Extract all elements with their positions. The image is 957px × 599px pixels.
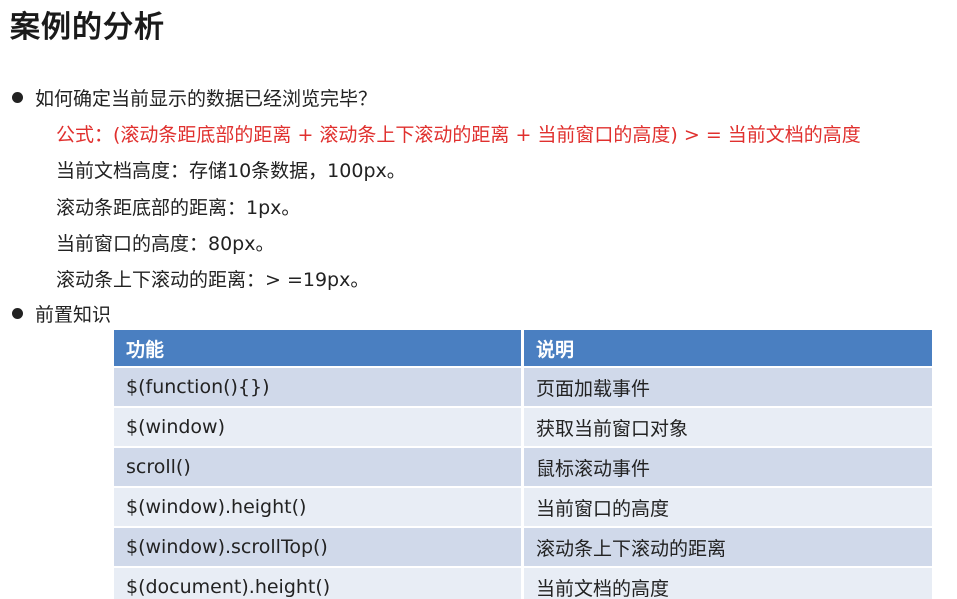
bullet-text: 如何确定当前显示的数据已经浏览完毕？ (35, 88, 378, 110)
formula-line: 公式：(滚动条距底部的距离 + 滚动条上下滚动的距离 + 当前窗口的高度) > … (56, 124, 861, 146)
table-cell: 获取当前窗口对象 (536, 417, 689, 440)
window-height-line: 当前窗口的高度：80px。 (56, 233, 275, 255)
table-cell: $(window) (114, 408, 524, 446)
table-row: $(function(){}) 页面加载事件 (114, 366, 932, 406)
table-cell: 当前窗口的高度 (536, 497, 670, 520)
table-row: $(document).height() 当前文档的高度 (114, 566, 932, 599)
table-cell: 页面加载事件 (536, 377, 651, 400)
slide: 案例的分析 如何确定当前显示的数据已经浏览完毕？ 公式：(滚动条距底部的距离 +… (0, 0, 957, 599)
table-cell: scroll() (114, 448, 524, 486)
doc-height-line: 当前文档高度：存储10条数据，100px。 (56, 160, 406, 182)
bullet-item-prereq: 前置知识 (12, 300, 111, 327)
table-row: $(window) 获取当前窗口对象 (114, 406, 932, 446)
table-row: $(window).height() 当前窗口的高度 (114, 486, 932, 526)
table-row: $(window).scrollTop() 滚动条上下滚动的距离 (114, 526, 932, 566)
slide-title: 案例的分析 (10, 10, 165, 45)
header-cell-function: 功能 (114, 330, 524, 366)
table-cell: 鼠标滚动事件 (536, 457, 651, 480)
table-cell: 滚动条上下滚动的距离 (536, 537, 727, 560)
bullet-dot-icon (12, 92, 23, 103)
header-cell-description: 说明 (536, 338, 575, 361)
api-table: 功能 说明 $(function(){}) 页面加载事件 $(window) 获… (114, 330, 932, 599)
table-cell: 当前文档的高度 (536, 577, 670, 599)
bullet-text: 前置知识 (35, 304, 112, 326)
table-cell: $(document).height() (114, 568, 524, 599)
table-cell: $(window).scrollTop() (114, 528, 524, 566)
table-cell: $(function(){}) (114, 368, 524, 406)
bullet-item-question: 如何确定当前显示的数据已经浏览完毕？ (12, 84, 377, 111)
bullet-dot-icon (12, 308, 23, 319)
table-header: 功能 说明 (114, 330, 932, 366)
scroll-distance-line: 滚动条上下滚动的距离：> =19px。 (56, 269, 370, 291)
scroll-bottom-line: 滚动条距底部的距离：1px。 (56, 197, 301, 219)
table-cell: $(window).height() (114, 488, 524, 526)
table-row: scroll() 鼠标滚动事件 (114, 446, 932, 486)
